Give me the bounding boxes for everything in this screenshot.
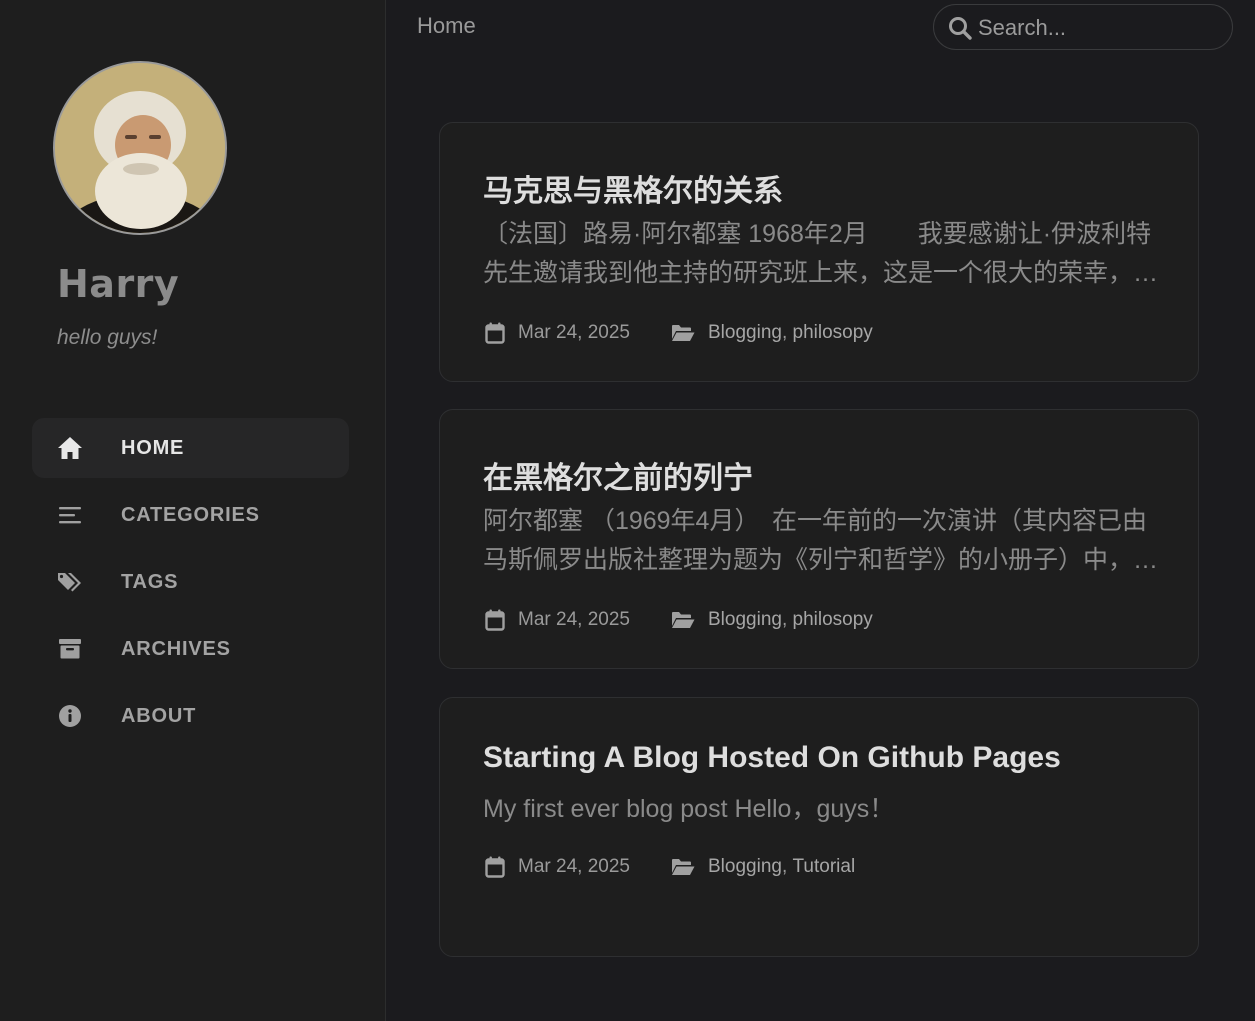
nav-item-archives[interactable]: ARCHIVES: [32, 619, 349, 679]
post-categories: Blogging, philosopy: [671, 322, 873, 344]
category-separator: ,: [781, 856, 793, 877]
breadcrumb: Home: [417, 13, 476, 38]
category-link[interactable]: Blogging: [708, 856, 782, 878]
folder-open-icon: [672, 859, 695, 875]
site-title[interactable]: Harry: [57, 262, 179, 306]
sidebar: Harry hello guys! HOME CATEGORIES TAGS A…: [0, 0, 386, 1021]
category-link[interactable]: Blogging: [708, 322, 782, 344]
post-meta: Mar 24, 2025 Blogging, Tutorial: [485, 856, 855, 878]
post-card[interactable]: Starting A Blog Hosted On Github Pages M…: [439, 697, 1199, 957]
post-excerpt: 阿尔都塞 （1969年4月） 在一年前的一次演讲（其内容已由马斯佩罗出版社整理为…: [483, 507, 1159, 574]
nav-item-tags[interactable]: TAGS: [32, 552, 349, 612]
post-card[interactable]: 在黑格尔之前的列宁 阿尔都塞 （1969年4月） 在一年前的一次演讲（其内容已由…: [439, 409, 1199, 669]
nav-label-about: ABOUT: [121, 704, 197, 727]
post-date: Mar 24, 2025: [518, 609, 630, 630]
search-icon: [948, 16, 972, 45]
nav-item-home[interactable]: HOME: [32, 418, 349, 478]
post-categories: Blogging, philosopy: [671, 609, 873, 631]
calendar-icon: [485, 856, 505, 878]
search-input[interactable]: [978, 13, 1218, 43]
site-subtitle: hello guys!: [57, 326, 158, 349]
folder-open-icon: [672, 325, 695, 341]
nav-item-categories[interactable]: CATEGORIES: [32, 485, 349, 545]
category-link[interactable]: Blogging: [708, 609, 782, 631]
nav-item-about[interactable]: ABOUT: [32, 686, 349, 746]
calendar-icon: [485, 322, 505, 344]
post-date-group: Mar 24, 2025: [485, 322, 671, 344]
stream-icon: [57, 502, 83, 528]
post-excerpt: 〔法国〕路易·阿尔都塞 1968年2月 我要感谢让·伊波利特先生邀请我到他主持的…: [483, 220, 1159, 287]
post-title[interactable]: 在黑格尔之前的列宁: [483, 453, 753, 497]
post-date-group: Mar 24, 2025: [485, 856, 671, 878]
info-circle-icon: [57, 703, 83, 729]
nav-label-archives: ARCHIVES: [121, 637, 231, 660]
home-icon: [57, 435, 83, 461]
post-excerpt: My first ever blog post Hello，guys！: [483, 795, 895, 823]
post-date: Mar 24, 2025: [518, 856, 630, 877]
post-date-group: Mar 24, 2025: [485, 609, 671, 631]
search-bar[interactable]: [933, 4, 1233, 50]
archive-icon: [57, 636, 83, 662]
category-separator: ,: [781, 322, 793, 343]
folder-open-icon: [672, 612, 695, 628]
post-meta: Mar 24, 2025 Blogging, philosopy: [485, 322, 873, 344]
tags-icon: [57, 569, 83, 595]
avatar[interactable]: [53, 61, 227, 235]
post-title[interactable]: 马克思与黑格尔的关系: [483, 166, 783, 210]
calendar-icon: [485, 609, 505, 631]
nav-label-home: HOME: [121, 436, 185, 459]
category-link[interactable]: philosopy: [793, 609, 873, 631]
nav-label-tags: TAGS: [121, 570, 179, 593]
category-separator: ,: [781, 609, 793, 630]
post-meta: Mar 24, 2025 Blogging, philosopy: [485, 609, 873, 631]
nav-label-categories: CATEGORIES: [121, 503, 260, 526]
post-card[interactable]: 马克思与黑格尔的关系 〔法国〕路易·阿尔都塞 1968年2月 我要感谢让·伊波利…: [439, 122, 1199, 382]
avatar-portrait-image: [55, 63, 225, 233]
post-title[interactable]: Starting A Blog Hosted On Github Pages: [483, 741, 1061, 775]
post-categories: Blogging, Tutorial: [671, 856, 855, 878]
post-date: Mar 24, 2025: [518, 322, 630, 343]
category-link[interactable]: Tutorial: [793, 856, 856, 878]
category-link[interactable]: philosopy: [793, 322, 873, 344]
